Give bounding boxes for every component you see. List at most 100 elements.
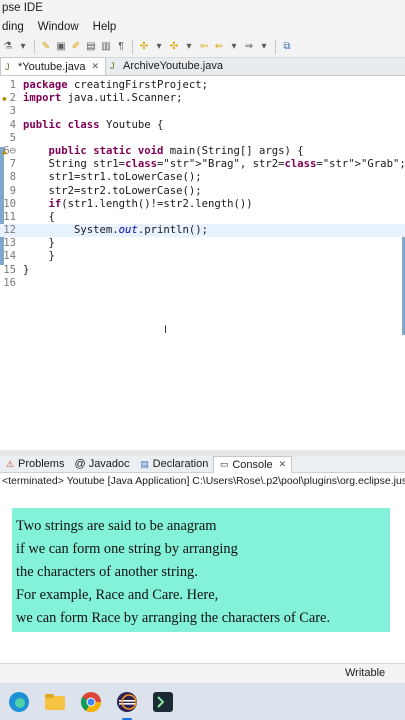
dropdown-arrow-icon[interactable]: ▾ [17,41,29,53]
taskbar [0,683,405,720]
menu-item-window[interactable]: Window [38,18,79,36]
console-header: <terminated> Youtube [Java Application] … [0,473,405,489]
note-line: the characters of another string. [16,564,198,580]
code-line[interactable]: 16 [0,277,405,290]
tab-archive-youtube-java[interactable]: J ArchiveYoutube.java [106,57,229,75]
code-line[interactable]: 3 [0,105,405,118]
menu-bar: ding Window Help [0,18,405,36]
menu-item-navigating[interactable]: ding [2,18,24,36]
dropdown-arrow-icon[interactable]: ▾ [153,41,165,53]
code-line[interactable]: 6⊖ public static void main(String[] args… [0,145,405,158]
warning-icon: ◆ [2,94,7,104]
open-perspective-icon[interactable]: ⧉ [281,41,293,53]
dropdown-arrow-icon[interactable]: ▾ [258,41,270,53]
line-number: 9 [9,184,16,197]
code-line[interactable]: 4 public class Youtube { [0,119,405,132]
tab-problems[interactable]: ⚠ Problems [0,456,69,473]
next-annotation-icon[interactable]: ✣ [138,41,150,53]
code-editor[interactable]: 1 package creatingFirstProject; 2 import ja… [0,76,405,525]
line-number: 11 [3,210,16,223]
note-line: if we can form one string by arranging [16,541,238,557]
toolbar-separator [275,39,276,54]
forward-icon[interactable]: ⇒ [243,41,255,53]
eclipse-icon[interactable] [112,687,142,720]
toggle-mark-icon[interactable]: ▣ [55,41,67,53]
line-number: 14 [3,250,16,263]
code-line[interactable]: 5 [0,132,405,145]
code-text: } [23,263,30,276]
code-text: } [23,237,55,250]
tab-javadoc[interactable]: @ Javadoc [69,456,134,473]
back-icon[interactable]: ⇐ [213,41,225,53]
java-file-icon: J [5,61,10,72]
code-line[interactable]: 15} [0,264,405,277]
note-line: Two strings are said to be anagram [16,518,217,534]
code-text: str2=str2.toLowerCase(); [23,184,202,197]
code-line[interactable]: 11 { [0,211,405,224]
declaration-icon: ▤ [140,458,149,469]
code-text: import java.util.Scanner; [23,92,183,105]
note-line: we can form Race by arranging the charac… [16,610,331,626]
line-number: 16 [3,276,16,289]
tab-label: ArchiveYoutube.java [123,60,223,72]
last-edit-icon[interactable]: ⇦ [198,41,210,53]
view-tabs: ⚠ Problems @ Javadoc ▤ Declaration ▭ Con… [0,455,405,473]
tab-console[interactable]: ▭ Console ✕ [213,455,293,473]
terminal-icon[interactable] [148,687,178,717]
toolbar: ⚗ ▾ ✎ ▣ ✐ ▤ ▥ ¶ ✣ ▾ ✣ ▾ ⇦ ⇐ ▾ ⇒ ▾ ⧉ [0,36,405,58]
text-cursor-icon: I [164,324,168,336]
code-text: public static void main(String[] args) { [48,144,304,157]
edge-icon[interactable] [4,687,34,717]
tab-label: Declaration [152,458,209,470]
note-line: For example, Race and Care. Here, [16,587,219,603]
tab-label: @ Javadoc [74,458,130,470]
anagram-note: Two strings are said to be anagram if we… [12,508,390,632]
line-number: 4 [9,118,16,131]
tab-declaration[interactable]: ▤ Declaration [135,456,214,473]
toolbar-separator [34,39,35,54]
close-icon[interactable]: ✕ [92,61,100,72]
line-number: 10 [3,197,16,210]
dropdown-arrow-icon[interactable]: ▾ [228,41,240,53]
status-bar: Writable [0,663,405,683]
line-number: 3 [9,105,16,118]
code-line[interactable]: 14 } [0,250,405,263]
code-text: if(str1.length()!=str2.length()) [48,197,253,210]
window-title: pse IDE [0,0,405,18]
tab-youtube-java[interactable]: J *Youtube.java ✕ [0,57,107,75]
highlight-icon[interactable]: ✐ [70,41,82,53]
tab-label: Console [232,458,273,471]
toolbar-separator [132,39,133,54]
block-select-icon[interactable]: ▤ [85,41,97,53]
code-text: } [23,250,55,263]
code-line[interactable]: 10 if(str1.length()!=str2.length()) [0,198,405,211]
close-icon[interactable]: ✕ [279,459,287,470]
code-text: System.out.println(); [23,224,208,237]
menu-item-help[interactable]: Help [93,18,117,36]
java-file-icon: J [110,61,115,71]
pin-icon[interactable]: ✎ [40,41,52,53]
editor-tab-row: J *Youtube.java ✕ J ArchiveYoutube.java [0,57,405,76]
code-line[interactable]: 2 import java.util.Scanner; ◆ [0,92,405,105]
code-line[interactable]: 8 str1=str1.toLowerCase(); [0,171,405,184]
console-icon: ▭ [220,459,229,469]
prev-annotation-icon[interactable]: ✣ [168,41,180,53]
line-number: 5 [9,131,16,144]
code-lines: 1 package creatingFirstProject; 2 import ja… [0,79,405,290]
file-explorer-icon[interactable] [40,687,70,717]
code-line[interactable]: 1 package creatingFirstProject; [0,79,405,92]
code-line[interactable]: 12 System.out.println(); [0,224,405,238]
whitespace-icon[interactable]: ▥ [100,41,112,53]
code-text: String str1=class="str">"Brag", str2=cla… [23,158,405,171]
code-text: str1=str1.toLowerCase(); [23,171,202,184]
code-text: package creatingFirstProject; [23,79,208,91]
code-line[interactable]: 13 } [0,237,405,250]
paragraph-icon[interactable]: ¶ [115,41,127,53]
wand-icon[interactable]: ⚗ [2,41,14,53]
chrome-icon[interactable] [76,687,106,717]
writable-status: Writable [345,667,386,679]
line-number: 15 [3,263,16,276]
code-line[interactable]: 7 String str1=class="str">"Brag", str2=c… [0,158,405,171]
dropdown-arrow-icon[interactable]: ▾ [183,41,195,53]
code-line[interactable]: 9 str2=str2.toLowerCase(); [0,185,405,198]
